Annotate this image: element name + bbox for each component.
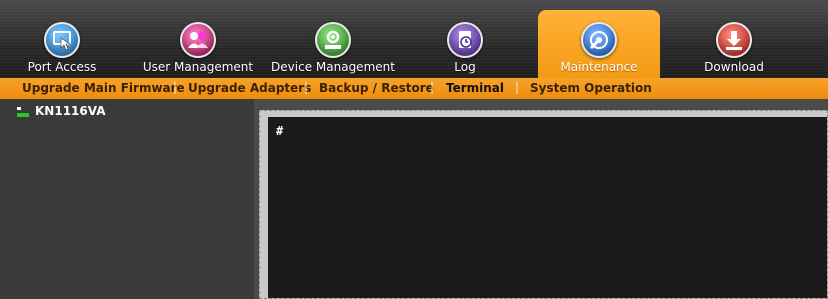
device-icon [17,106,29,120]
tab-log-label: Log [454,60,476,74]
subnav-upgrade-adapters[interactable]: Upgrade Adapters [188,81,311,95]
subnav-backup-restore[interactable]: Backup / Restore [319,81,434,95]
port-access-icon [44,22,80,58]
tab-maintenance-label: Maintenance [560,60,638,74]
device-name: KN1116VA [35,104,106,118]
tab-download-label: Download [704,60,764,74]
tab-device-management[interactable]: Device Management [263,0,403,78]
sub-navigation: Upgrade Main Firmware | Upgrade Adapters… [0,78,828,99]
tree-node-device[interactable]: KN1116VA [17,104,106,120]
subnav-separator: | [430,80,435,94]
terminal-console[interactable]: # [268,117,827,298]
user-management-icon [180,22,216,58]
tab-device-management-label: Device Management [271,60,395,74]
main-content: # [254,99,828,299]
tab-log[interactable]: Log [410,0,520,78]
tab-port-access-label: Port Access [27,60,97,74]
tab-port-access[interactable]: Port Access [3,0,121,78]
subnav-system-operation[interactable]: System Operation [530,81,652,95]
terminal-prompt: # [276,124,284,138]
terminal-frame: # [259,110,828,299]
device-management-icon [315,22,351,58]
subnav-terminal[interactable]: Terminal [446,81,504,95]
subnav-separator: | [173,80,178,94]
tab-download[interactable]: Download [675,0,793,78]
download-icon [716,22,752,58]
subnav-upgrade-main-firmware[interactable]: Upgrade Main Firmware [22,81,185,95]
maintenance-icon [581,22,617,58]
subnav-separator: | [304,80,309,94]
subnav-separator: | [515,80,520,94]
device-tree-sidebar: KN1116VA [0,99,254,299]
tab-maintenance[interactable]: Maintenance [538,10,660,78]
log-icon [447,22,483,58]
tab-user-management[interactable]: User Management [138,0,258,78]
top-navigation: Port Access User Management Device Manag… [0,0,828,78]
tab-user-management-label: User Management [142,60,254,74]
